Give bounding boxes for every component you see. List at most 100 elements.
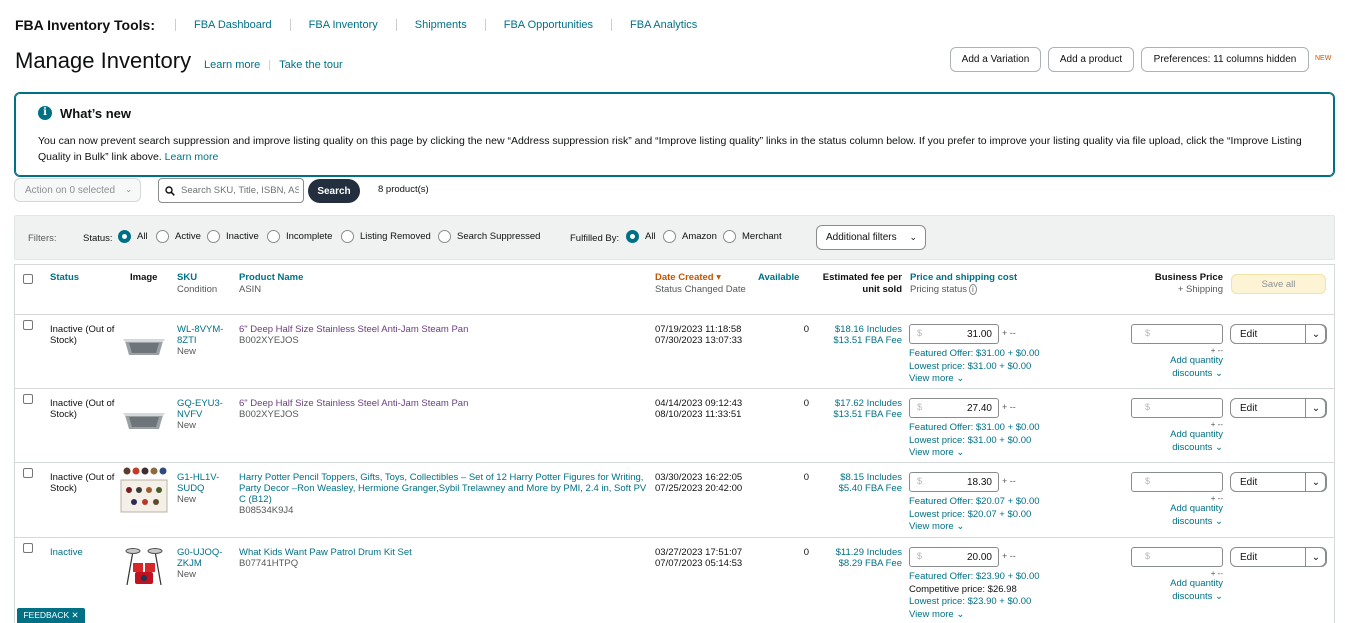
row-fee[interactable]: $17.62 Includes $13.51 FBA Fee xyxy=(815,398,902,420)
chevron-down-icon: ⌄ xyxy=(956,447,965,458)
chevron-down-icon[interactable]: ⌄ xyxy=(1305,547,1327,567)
row-status[interactable]: Inactive xyxy=(50,547,115,558)
status-search-suppressed-radio[interactable]: Search Suppressed xyxy=(438,230,540,243)
business-price-input[interactable]: $ xyxy=(1131,547,1223,567)
product-image[interactable] xyxy=(119,325,169,365)
row-fee[interactable]: $18.16 Includes $13.51 FBA Fee xyxy=(815,324,902,346)
row-sku[interactable]: G0-UJOQ-ZKJM New xyxy=(177,547,233,580)
nav-shipments[interactable]: Shipments xyxy=(395,19,485,31)
search-input[interactable]: Search SKU, Title, ISBN, ASIN xyxy=(158,178,304,203)
edit-button[interactable]: Edit ⌄ xyxy=(1230,547,1327,567)
edit-button[interactable]: Edit ⌄ xyxy=(1230,324,1327,344)
quantity-discounts-link[interactable]: + -- Add quantity discounts ⌄ xyxy=(1155,495,1223,528)
business-price-input[interactable]: $ xyxy=(1131,324,1223,344)
radio-icon xyxy=(663,230,676,243)
row-status: Inactive (Out of Stock) xyxy=(50,398,115,420)
learn-more-link[interactable]: Learn more xyxy=(204,59,260,71)
shipping-dash: + -- xyxy=(1002,476,1016,486)
header-sku[interactable]: SKU Condition xyxy=(177,272,217,296)
nav-fba-dashboard[interactable]: FBA Dashboard xyxy=(175,19,290,31)
view-more-link[interactable]: View more ⌄ xyxy=(909,373,964,384)
business-price-input[interactable]: $ xyxy=(1131,472,1223,492)
row-fee[interactable]: $11.29 Includes $8.29 FBA Fee xyxy=(815,547,902,569)
status-inactive-radio[interactable]: Inactive xyxy=(207,230,259,243)
status-all-radio[interactable]: All xyxy=(118,230,148,243)
row-product-name[interactable]: 6" Deep Half Size Stainless Steel Anti-J… xyxy=(239,398,647,420)
nav-fba-analytics[interactable]: FBA Analytics xyxy=(611,19,715,31)
row-sku[interactable]: WL-8VYM-8ZTI New xyxy=(177,324,233,357)
status-incomplete-radio[interactable]: Incomplete xyxy=(267,230,332,243)
offer-info: Featured Offer: $20.07 + $0.00 Lowest pri… xyxy=(909,496,1040,520)
save-all-button[interactable]: Save all xyxy=(1231,274,1326,294)
offer-info: Featured Offer: $31.00 + $0.00 Lowest pri… xyxy=(909,348,1040,372)
header-date-created[interactable]: Date Created ▾ Status Changed Date xyxy=(655,272,746,296)
bulk-action-label: Action on 0 selected xyxy=(25,184,116,196)
chevron-down-icon[interactable]: ⌄ xyxy=(1305,472,1327,492)
radio-icon xyxy=(438,230,451,243)
row-checkbox[interactable] xyxy=(23,394,33,404)
quantity-discounts-link[interactable]: + -- Add quantity discounts ⌄ xyxy=(1155,347,1223,380)
row-product-name[interactable]: What Kids Want Paw Patrol Drum Kit Set B0… xyxy=(239,547,647,569)
row-sku[interactable]: G1-HL1V-SUDQ New xyxy=(177,472,233,505)
bulk-action-select[interactable]: Action on 0 selected ⌄ xyxy=(14,178,141,202)
header-image: Image xyxy=(130,272,158,283)
chevron-down-icon[interactable]: ⌄ xyxy=(1305,324,1327,344)
view-more-link[interactable]: View more ⌄ xyxy=(909,521,964,532)
header-price[interactable]: Price and shipping cost Pricing status i xyxy=(910,272,1017,296)
quantity-discounts-link[interactable]: + -- Add quantity discounts ⌄ xyxy=(1155,570,1223,603)
edit-button[interactable]: Edit ⌄ xyxy=(1230,398,1327,418)
row-checkbox[interactable] xyxy=(23,468,33,478)
row-dates: 03/30/2023 16:22:05 07/25/2023 20:42:00 xyxy=(655,472,743,494)
select-all-checkbox[interactable] xyxy=(23,274,33,284)
row-product-name[interactable]: Harry Potter Pencil Toppers, Gifts, Toys… xyxy=(239,472,647,516)
offer-info: Featured Offer: $23.90 + $0.00 Competitiv… xyxy=(909,571,1040,607)
radio-icon xyxy=(341,230,354,243)
fulfilled-all-radio[interactable]: All xyxy=(626,230,656,243)
row-dates: 04/14/2023 09:12:43 08/10/2023 11:33:51 xyxy=(655,398,743,420)
additional-filters-button[interactable]: Additional filters ⌄ xyxy=(816,225,926,250)
add-product-button[interactable]: Add a product xyxy=(1048,47,1134,72)
radio-icon xyxy=(723,230,736,243)
preferences-button[interactable]: Preferences: 11 columns hidden xyxy=(1141,47,1309,72)
status-listing-removed-radio[interactable]: Listing Removed xyxy=(341,230,431,243)
quantity-discounts-link[interactable]: + -- Add quantity discounts ⌄ xyxy=(1155,421,1223,454)
business-price-input[interactable]: $ xyxy=(1131,398,1223,418)
fulfilled-merchant-radio[interactable]: Merchant xyxy=(723,230,782,243)
chevron-down-icon[interactable]: ⌄ xyxy=(1305,398,1327,418)
price-input[interactable]: $18.30 xyxy=(909,472,999,492)
product-count: 8 product(s) xyxy=(378,184,429,195)
whats-new-learn-more[interactable]: Learn more xyxy=(165,151,219,163)
status-active-radio[interactable]: Active xyxy=(156,230,201,243)
price-input[interactable]: $27.40 xyxy=(909,398,999,418)
edit-button[interactable]: Edit ⌄ xyxy=(1230,472,1327,492)
nav-fba-opportunities[interactable]: FBA Opportunities xyxy=(484,19,611,31)
product-image[interactable] xyxy=(119,541,169,586)
row-sku[interactable]: GQ-EYU3-NVFV New xyxy=(177,398,233,431)
fulfilled-amazon-radio[interactable]: Amazon xyxy=(663,230,717,243)
row-checkbox[interactable] xyxy=(23,543,33,553)
row-checkbox[interactable] xyxy=(23,320,33,330)
add-variation-button[interactable]: Add a Variation xyxy=(950,47,1041,72)
row-status: Inactive (Out of Stock) xyxy=(50,472,115,494)
nav-fba-inventory[interactable]: FBA Inventory xyxy=(289,19,396,31)
feedback-button[interactable]: FEEDBACK ✕ xyxy=(17,608,85,623)
view-more-link[interactable]: View more ⌄ xyxy=(909,609,964,620)
header-business-price: Business Price + Shipping xyxy=(1154,272,1223,295)
status-incomplete-label: Incomplete xyxy=(286,231,333,242)
product-image[interactable] xyxy=(119,399,169,439)
header-available[interactable]: Available xyxy=(758,272,799,284)
product-image[interactable] xyxy=(119,466,169,513)
header-product-name[interactable]: Product Name ASIN xyxy=(239,272,303,296)
status-active-label: Active xyxy=(175,231,201,242)
header-status[interactable]: Status xyxy=(50,272,79,284)
search-button[interactable]: Search xyxy=(308,179,360,203)
row-available: 0 xyxy=(803,472,809,483)
take-tour-link[interactable]: Take the tour xyxy=(279,59,343,71)
row-product-name[interactable]: 6" Deep Half Size Stainless Steel Anti-J… xyxy=(239,324,647,346)
whats-new-title: What’s new xyxy=(60,106,132,121)
price-input[interactable]: $31.00 xyxy=(909,324,999,344)
view-more-link[interactable]: View more ⌄ xyxy=(909,447,964,458)
row-fee[interactable]: $8.15 Includes $5.40 FBA Fee xyxy=(815,472,902,494)
row-available: 0 xyxy=(803,398,809,409)
price-input[interactable]: $20.00 xyxy=(909,547,999,567)
